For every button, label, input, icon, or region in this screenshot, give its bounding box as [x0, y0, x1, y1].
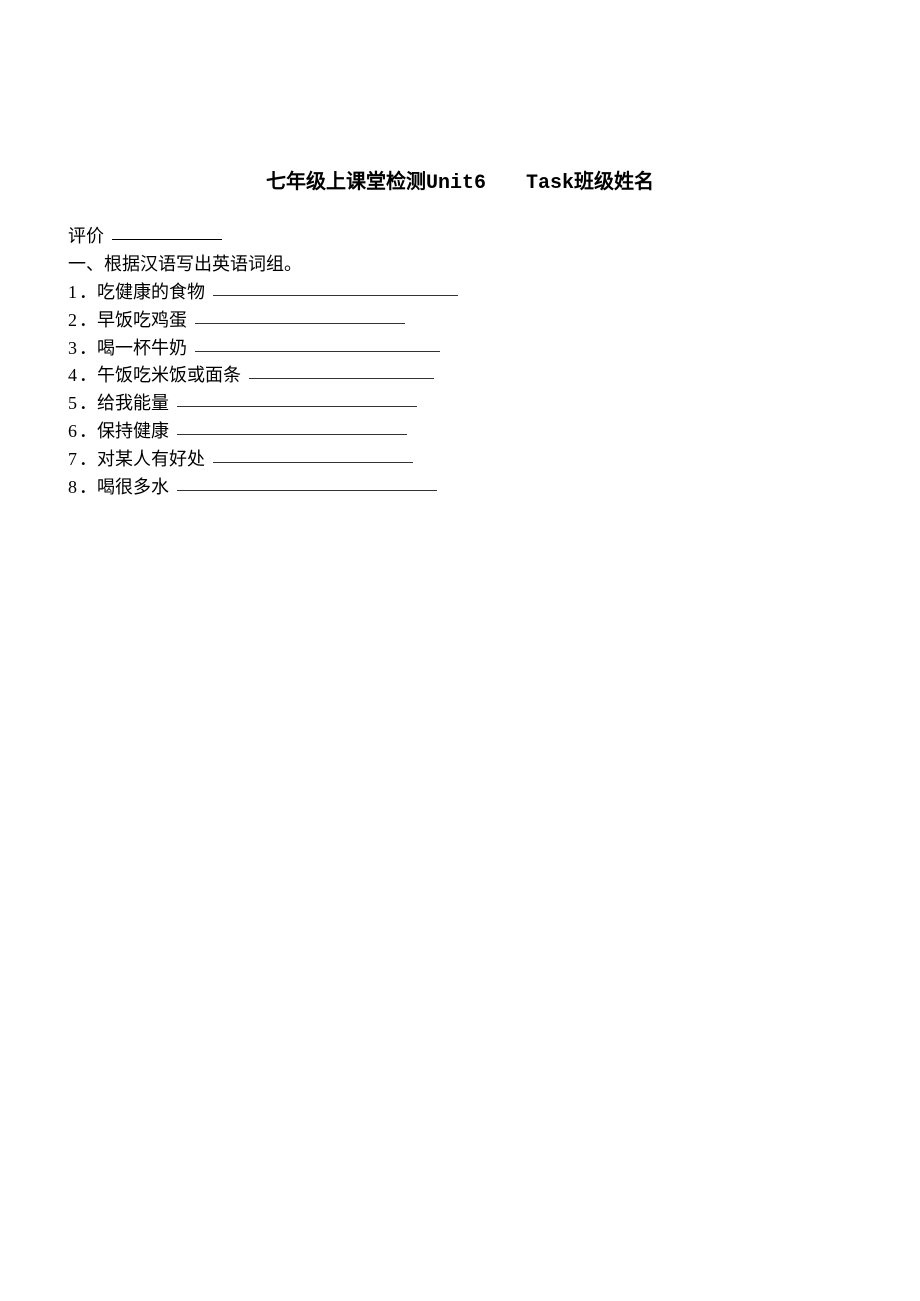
item-text: ．喝一杯牛奶: [79, 338, 187, 358]
evaluation-blank[interactable]: [112, 239, 222, 240]
title-unit: Unit6: [426, 172, 486, 195]
item-number: 2: [68, 310, 79, 330]
list-item: 1．吃健康的食物: [68, 279, 920, 307]
worksheet-content: 评价 一、根据汉语写出英语词组。 1．吃健康的食物 2．早饭吃鸡蛋 3．喝一杯牛…: [68, 223, 920, 502]
title-suffix: 班级姓名: [574, 171, 654, 193]
answer-blank[interactable]: [177, 490, 437, 491]
title-main: 七年级上课堂检测: [266, 171, 426, 193]
worksheet-title: 七年级上课堂检测Unit6 Task班级姓名: [68, 165, 920, 195]
list-item: 6．保持健康: [68, 418, 920, 446]
item-text: ．早饭吃鸡蛋: [79, 310, 187, 330]
item-number: 4: [68, 365, 79, 385]
item-text: ．喝很多水: [79, 477, 169, 497]
list-item: 8．喝很多水: [68, 474, 920, 502]
list-item: 4．午饭吃米饭或面条: [68, 362, 920, 390]
answer-blank[interactable]: [195, 323, 405, 324]
item-text: ．保持健康: [79, 421, 169, 441]
list-item: 7．对某人有好处: [68, 446, 920, 474]
item-text: ．吃健康的食物: [79, 282, 205, 302]
item-text: ．给我能量: [79, 393, 169, 413]
title-task: Task: [526, 172, 574, 195]
item-number: 8: [68, 477, 79, 497]
list-item: 2．早饭吃鸡蛋: [68, 307, 920, 335]
list-item: 5．给我能量: [68, 390, 920, 418]
answer-blank[interactable]: [177, 434, 407, 435]
section-heading: 一、根据汉语写出英语词组。: [68, 251, 920, 279]
item-text: ．午饭吃米饭或面条: [79, 365, 241, 385]
answer-blank[interactable]: [195, 351, 440, 352]
list-item: 3．喝一杯牛奶: [68, 335, 920, 363]
evaluation-line: 评价: [68, 223, 920, 251]
item-number: 1: [68, 282, 79, 302]
evaluation-label: 评价: [68, 226, 104, 246]
answer-blank[interactable]: [213, 462, 413, 463]
answer-blank[interactable]: [213, 295, 458, 296]
item-number: 3: [68, 338, 79, 358]
item-number: 6: [68, 421, 79, 441]
item-number: 7: [68, 449, 79, 469]
answer-blank[interactable]: [177, 406, 417, 407]
item-text: ．对某人有好处: [79, 449, 205, 469]
item-number: 5: [68, 393, 79, 413]
answer-blank[interactable]: [249, 378, 434, 379]
